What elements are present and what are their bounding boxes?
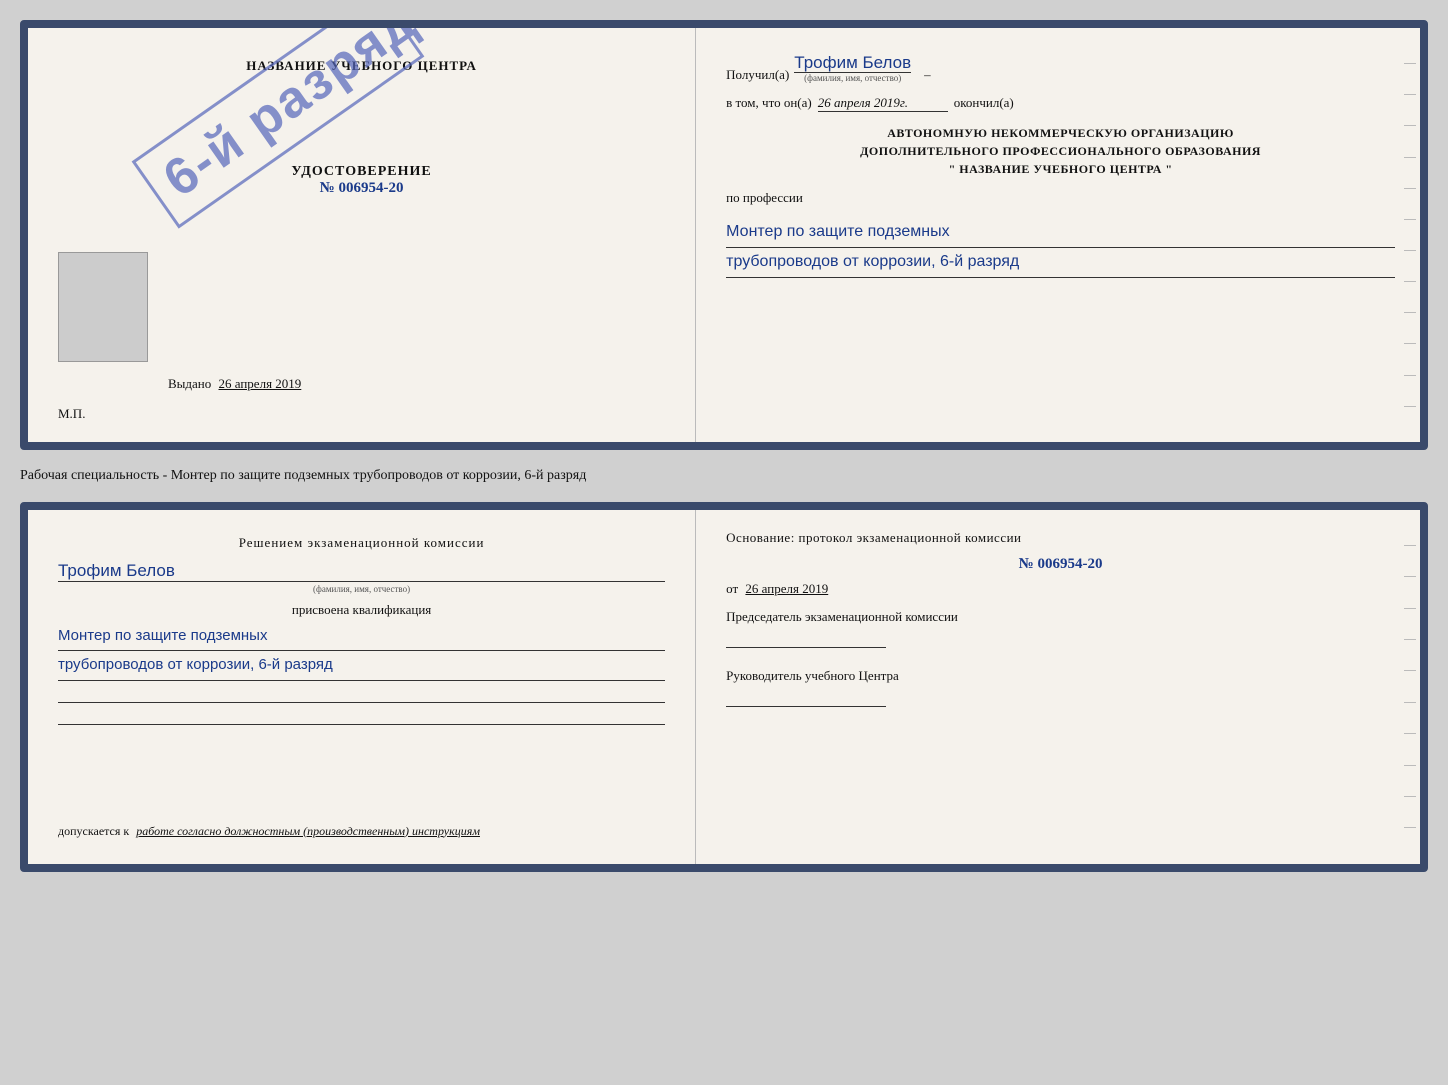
rukovoditel-signature [726, 689, 886, 707]
margin-line [1404, 188, 1416, 189]
dopuskaetsya-block: допускается к работе согласно должностны… [58, 824, 665, 839]
margin-line [1404, 670, 1416, 671]
photo-placeholder [58, 252, 148, 362]
margin-line [1404, 375, 1416, 376]
margin-line [1404, 281, 1416, 282]
cert-bot-right: Основание: протокол экзаменационной коми… [696, 510, 1420, 864]
profession-line2: трубопроводов от коррозии, 6-й разряд [726, 248, 1395, 278]
rukovoditel-block: Руководитель учебного Центра [726, 668, 1395, 707]
vydano-block: Выдано 26 апреля 2019 [168, 376, 301, 392]
vtom-row: в том, что он(а) 26 апреля 2019г. окончи… [726, 95, 1395, 112]
poluchil-row: Получил(а) Трофим Белов (фамилия, имя, о… [726, 53, 1395, 83]
udost-label: УДОСТОВЕРЕНИЕ [291, 164, 431, 180]
vydano-date: 26 апреля 2019 [219, 376, 302, 391]
certificate-bottom: Решением экзаменационной комиссии Трофим… [20, 502, 1428, 872]
poluchil-subtitle: (фамилия, имя, отчество) [794, 73, 911, 83]
margin-line [1404, 219, 1416, 220]
margin-line [1404, 250, 1416, 251]
osnovanie-block: Основание: протокол экзаменационной коми… [726, 530, 1395, 546]
protocol-number: № 006954-20 [726, 556, 1395, 573]
dopuskaetsya-value: работе согласно должностным (производств… [136, 824, 480, 838]
udost-block: УДОСТОВЕРЕНИЕ № 006954-20 [291, 164, 431, 197]
org-line1: АВТОНОМНУЮ НЕКОММЕРЧЕСКУЮ ОРГАНИЗАЦИЮ [726, 124, 1395, 142]
stamp-diagonal: 6-й разряд [132, 20, 425, 229]
udost-number: № 006954-20 [291, 180, 431, 197]
predsedatel-block: Председатель экзаменационной комиссии [726, 609, 1395, 648]
org-line2: ДОПОЛНИТЕЛЬНОГО ПРОФЕССИОНАЛЬНОГО ОБРАЗО… [726, 142, 1395, 160]
margin-line [1404, 608, 1416, 609]
qualification-line2: трубопроводов от коррозии, 6-й разряд [58, 651, 665, 681]
page-wrapper: НАЗВАНИЕ УЧЕБНОГО ЦЕНТРА 6-й разряд УДОС… [20, 20, 1428, 872]
margin-line [1404, 545, 1416, 546]
org-line3: " НАЗВАНИЕ УЧЕБНОГО ЦЕНТРА " [726, 160, 1395, 178]
ot-date-value: 26 апреля 2019 [745, 581, 828, 596]
profession-block: Монтер по защите подземных трубопроводов… [726, 218, 1395, 278]
bot-name-subtitle: (фамилия, имя, отчество) [58, 584, 665, 594]
margin-line [1404, 576, 1416, 577]
margin-line [1404, 406, 1416, 407]
vydano-label: Выдано [168, 376, 211, 391]
right-margin-lines-bot [1400, 510, 1420, 864]
margin-line [1404, 827, 1416, 828]
margin-line [1404, 63, 1416, 64]
margin-line [1404, 702, 1416, 703]
right-margin-lines [1400, 28, 1420, 442]
margin-line [1404, 733, 1416, 734]
certificate-top: НАЗВАНИЕ УЧЕБНОГО ЦЕНТРА 6-й разряд УДОС… [20, 20, 1428, 450]
cert-top-right: Получил(а) Трофим Белов (фамилия, имя, о… [696, 28, 1420, 442]
working-specialty: Рабочая специальность - Монтер по защите… [20, 462, 1428, 490]
margin-line [1404, 94, 1416, 95]
margin-line [1404, 312, 1416, 313]
margin-line [1404, 125, 1416, 126]
vtom-date: 26 апреля 2019г. [818, 95, 948, 112]
rukovoditel-label: Руководитель учебного Центра [726, 668, 1395, 684]
poluchil-dash: – [924, 67, 931, 83]
dopuskaetsya-label: допускается к [58, 824, 129, 838]
vtom-label: в том, что он(а) [726, 95, 812, 111]
predsedatel-label: Председатель экзаменационной комиссии [726, 609, 1395, 625]
po-professii-label: по профессии [726, 190, 1395, 206]
cert-top-left: НАЗВАНИЕ УЧЕБНОГО ЦЕНТРА 6-й разряд УДОС… [28, 28, 696, 442]
qualification-line1: Монтер по защите подземных [58, 622, 665, 652]
bot-name-handwritten: Трофим Белов [58, 561, 665, 582]
poluchil-name: Трофим Белов [794, 53, 911, 73]
okochil-label: окончил(а) [954, 95, 1014, 111]
predsedatel-signature [726, 630, 886, 648]
profession-line1: Монтер по защите подземных [726, 218, 1395, 248]
margin-line [1404, 343, 1416, 344]
margin-line [1404, 765, 1416, 766]
cert-bot-left: Решением экзаменационной комиссии Трофим… [28, 510, 696, 864]
margin-line [1404, 157, 1416, 158]
margin-line [1404, 796, 1416, 797]
ot-date: от 26 апреля 2019 [726, 581, 1395, 597]
ot-label: от [726, 581, 738, 596]
margin-line [1404, 639, 1416, 640]
prisvoena-text: присвоена квалификация [58, 602, 665, 618]
org-block: АВТОНОМНУЮ НЕКОММЕРЧЕСКУЮ ОРГАНИЗАЦИЮ ДО… [726, 124, 1395, 178]
school-title-top: НАЗВАНИЕ УЧЕБНОГО ЦЕНТРА [246, 58, 477, 74]
mp-label: М.П. [58, 406, 85, 422]
poluchil-label: Получил(а) [726, 67, 789, 83]
resheniem-text: Решением экзаменационной комиссии [58, 535, 665, 551]
